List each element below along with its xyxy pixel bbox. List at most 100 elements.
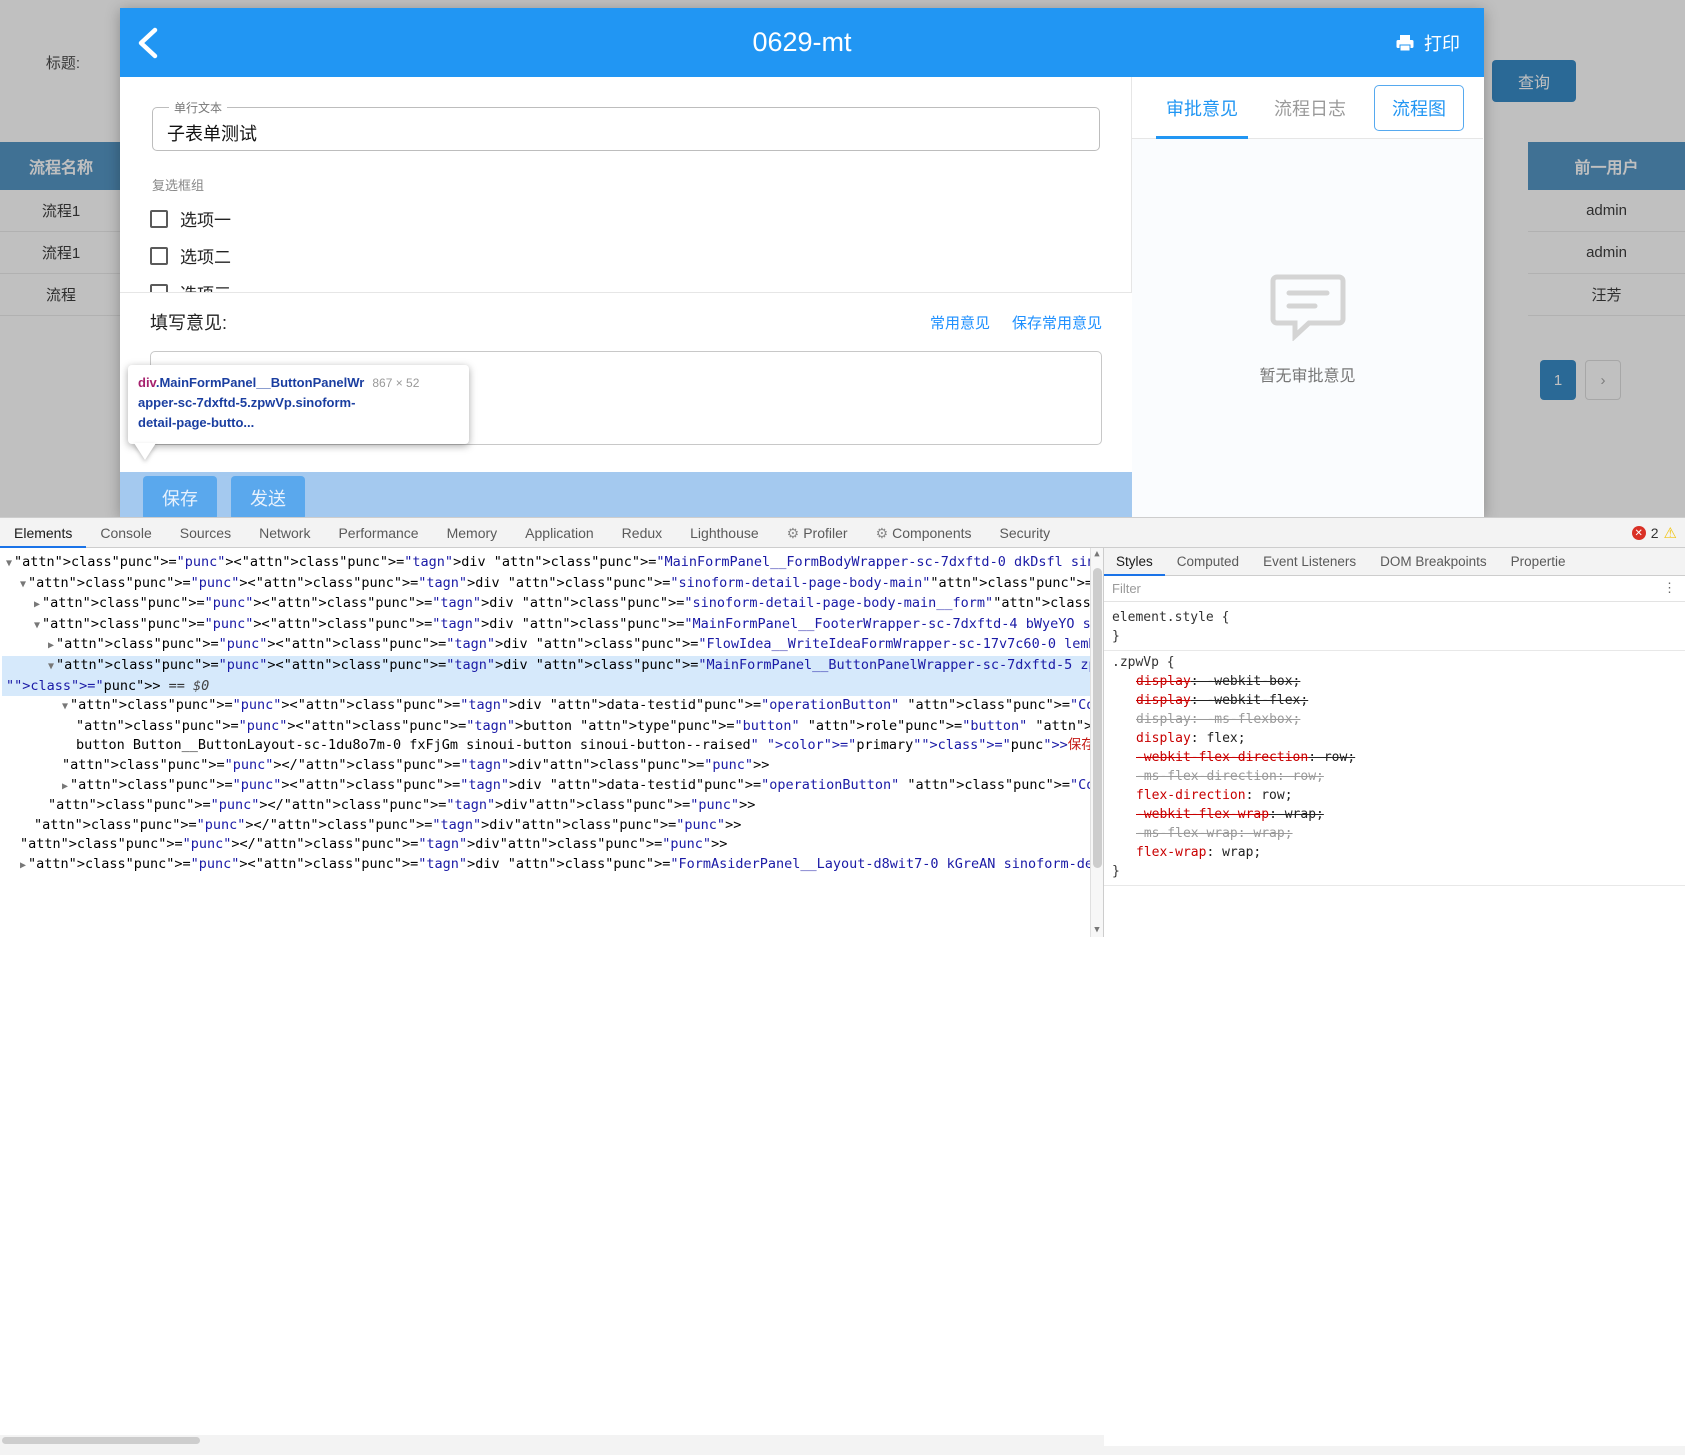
save-button[interactable]: 保存 bbox=[143, 476, 217, 517]
inspector-tooltip-line3: detail-page-butto... bbox=[138, 415, 255, 430]
tab-components-label: Components bbox=[892, 524, 972, 541]
dom-tree-line[interactable]: button Button__ButtonLayout-sc-1du8o7m-0… bbox=[2, 736, 1103, 756]
tab-computed[interactable]: Computed bbox=[1165, 548, 1251, 576]
dom-tree-line[interactable]: ▶ "attn">class"punc">="punc"><"attn">clas… bbox=[2, 776, 1103, 797]
css-declaration[interactable]: -webkit-flex-wrap: wrap; bbox=[1112, 805, 1685, 824]
dom-tree-line[interactable]: ▶ "attn">class"punc">="punc"><"attn">clas… bbox=[2, 594, 1103, 615]
tab-memory[interactable]: Memory bbox=[433, 518, 512, 548]
dom-tree-line[interactable]: ▶ "attn">class"punc">="punc"><"attn">clas… bbox=[2, 855, 1103, 876]
warning-triangle-icon[interactable]: ⚠ bbox=[1664, 524, 1677, 542]
css-selector[interactable]: element.style { bbox=[1112, 608, 1685, 627]
twisty-open-icon[interactable]: ▼ bbox=[62, 701, 68, 712]
tab-lighthouse[interactable]: Lighthouse bbox=[676, 518, 773, 548]
modal-body: 单行文本 子表单测试 复选框组 选项一 选项二 选项三 bbox=[120, 77, 1484, 517]
aside-empty-state: 暂无审批意见 bbox=[1132, 139, 1483, 517]
back-button[interactable] bbox=[120, 8, 176, 77]
tab-properties[interactable]: Propertie bbox=[1499, 548, 1578, 576]
tab-performance[interactable]: Performance bbox=[324, 518, 432, 548]
dom-scroll-thumb[interactable] bbox=[1093, 568, 1102, 868]
styles-pane: Styles Computed Event Listeners DOM Brea… bbox=[1104, 548, 1685, 937]
inspector-tag-name: div bbox=[138, 375, 156, 390]
scroll-up-icon[interactable]: ▲ bbox=[1091, 548, 1103, 561]
checkbox-icon[interactable] bbox=[150, 209, 168, 228]
dom-tree-line[interactable]: "">class">="punc">> == $0 bbox=[2, 676, 1103, 697]
dom-tree-line[interactable]: "attn">class"punc">="punc"></"attn">clas… bbox=[2, 756, 1103, 776]
dom-tree-line[interactable]: "attn">class"punc">="punc"><"attn">class… bbox=[2, 717, 1103, 737]
dom-tree-pane[interactable]: ▼ "attn">class"punc">="punc"><"attn">clas… bbox=[0, 548, 1104, 937]
tab-sources[interactable]: Sources bbox=[166, 518, 245, 548]
tab-dom-breakpoints[interactable]: DOM Breakpoints bbox=[1368, 548, 1499, 576]
twisty-closed-icon[interactable]: ▶ bbox=[62, 781, 68, 792]
css-declaration[interactable]: display: -webkit-box; bbox=[1112, 672, 1685, 691]
printer-icon bbox=[1395, 33, 1415, 53]
css-declaration[interactable]: -ms-flex-direction: row; bbox=[1112, 767, 1685, 786]
twisty-closed-icon[interactable]: ▶ bbox=[34, 599, 40, 610]
dom-tree-line[interactable]: "attn">class"punc">="punc"></"attn">clas… bbox=[2, 816, 1103, 836]
tab-application[interactable]: Application bbox=[511, 518, 608, 548]
twisty-closed-icon[interactable]: ▶ bbox=[20, 860, 26, 871]
dom-tree-line[interactable]: ▶ "attn">class"punc">="punc"><"attn">clas… bbox=[2, 635, 1103, 656]
dom-tree-line[interactable]: ▼ "attn">class"punc">="punc"><"attn">clas… bbox=[2, 655, 1103, 677]
css-selector[interactable]: .zpwVp { bbox=[1112, 653, 1685, 672]
tab-network[interactable]: Network bbox=[245, 518, 324, 548]
twisty-open-icon[interactable]: ▼ bbox=[6, 558, 12, 569]
tab-security[interactable]: Security bbox=[986, 518, 1065, 548]
inspector-tooltip-pointer bbox=[134, 443, 156, 460]
tab-console[interactable]: Console bbox=[86, 518, 165, 548]
dom-horizontal-scrollbar[interactable] bbox=[0, 1435, 1104, 1446]
tab-event-listeners[interactable]: Event Listeners bbox=[1251, 548, 1368, 576]
checkbox-group-label: 复选框组 bbox=[152, 178, 205, 193]
twisty-closed-icon[interactable]: ▶ bbox=[48, 640, 54, 651]
tab-approval-comments[interactable]: 审批意见 bbox=[1148, 77, 1256, 139]
single-line-text-value[interactable]: 子表单测试 bbox=[167, 120, 257, 146]
twisty-open-icon[interactable]: ▼ bbox=[48, 661, 54, 672]
checkbox-option-1[interactable]: 选项一 bbox=[150, 200, 1102, 237]
css-declaration[interactable]: -ms-flex-wrap: wrap; bbox=[1112, 824, 1685, 843]
tab-components[interactable]: ⚙ Components bbox=[862, 518, 986, 548]
devtools-tabbar: Elements Console Sources Network Perform… bbox=[0, 518, 1685, 548]
tab-process-log[interactable]: 流程日志 bbox=[1256, 77, 1364, 139]
checkbox-option-3[interactable]: 选项三 bbox=[150, 274, 1102, 292]
css-declaration[interactable]: flex-wrap: wrap; bbox=[1112, 843, 1685, 862]
error-circle-icon[interactable]: ✕ bbox=[1631, 526, 1646, 540]
checkbox-label: 选项三 bbox=[180, 280, 231, 292]
tab-elements[interactable]: Elements bbox=[0, 518, 86, 548]
dom-tree-line[interactable]: "attn">class"punc">="punc"></"attn">clas… bbox=[2, 835, 1103, 855]
twisty-open-icon[interactable]: ▼ bbox=[34, 620, 40, 631]
checkbox-option-2[interactable]: 选项二 bbox=[150, 237, 1102, 274]
checkbox-icon[interactable] bbox=[150, 246, 168, 265]
tab-redux[interactable]: Redux bbox=[608, 518, 676, 548]
dom-tree-scrollbar[interactable]: ▲ ▼ bbox=[1090, 548, 1103, 937]
detail-page-buttons-panel: 保存 发送 bbox=[120, 472, 1132, 517]
single-line-text-legend: 单行文本 bbox=[174, 101, 223, 115]
css-declaration[interactable]: display: -webkit-flex; bbox=[1112, 691, 1685, 710]
save-common-idea-link[interactable]: 保存常用意见 bbox=[1012, 312, 1102, 333]
styles-options-icon[interactable]: ⋮ bbox=[1663, 581, 1677, 596]
devtools-bottom-strip bbox=[0, 1446, 1685, 1455]
css-rule: .zpwVp {display: -webkit-box; display: -w… bbox=[1104, 651, 1685, 886]
print-button[interactable]: 打印 bbox=[1395, 8, 1460, 77]
form-column: 单行文本 子表单测试 复选框组 选项一 选项二 选项三 bbox=[120, 77, 1132, 517]
tab-styles[interactable]: Styles bbox=[1104, 548, 1165, 576]
dom-tree-line[interactable]: "attn">class"punc">="punc"></"attn">clas… bbox=[2, 796, 1103, 816]
common-idea-link[interactable]: 常用意见 bbox=[930, 312, 990, 333]
tab-process-diagram[interactable]: 流程图 bbox=[1374, 84, 1464, 131]
dom-tree-line[interactable]: ▼ "attn">class"punc">="punc"><"attn">clas… bbox=[2, 553, 1103, 574]
styles-filter-input[interactable]: Filter bbox=[1112, 581, 1663, 596]
twisty-open-icon[interactable]: ▼ bbox=[20, 579, 26, 590]
dom-tree-line[interactable]: ▼ "attn">class"punc">="punc"><"attn">clas… bbox=[2, 615, 1103, 636]
styles-filter-row[interactable]: Filter ⋮ bbox=[1104, 576, 1685, 602]
dom-tree-line[interactable]: ▼ "attn">class"punc">="punc"><"attn">clas… bbox=[2, 696, 1103, 717]
scroll-down-icon[interactable]: ▼ bbox=[1091, 924, 1103, 937]
css-declaration[interactable]: flex-direction: row; bbox=[1112, 786, 1685, 805]
css-declaration[interactable]: display: -ms-flexbox; bbox=[1112, 710, 1685, 729]
page-title: 0629-mt bbox=[752, 27, 852, 57]
single-line-text-field[interactable]: 单行文本 子表单测试 bbox=[152, 99, 1100, 151]
dom-hscroll-thumb[interactable] bbox=[2, 1437, 200, 1444]
checkbox-icon[interactable] bbox=[150, 283, 168, 292]
dom-tree-line[interactable]: ▼ "attn">class"punc">="punc"><"attn">clas… bbox=[2, 574, 1103, 595]
tab-profiler[interactable]: ⚙ Profiler bbox=[773, 518, 862, 548]
css-declaration[interactable]: -webkit-flex-direction: row; bbox=[1112, 748, 1685, 767]
send-button[interactable]: 发送 bbox=[231, 476, 305, 517]
css-declaration[interactable]: display: flex; bbox=[1112, 729, 1685, 748]
